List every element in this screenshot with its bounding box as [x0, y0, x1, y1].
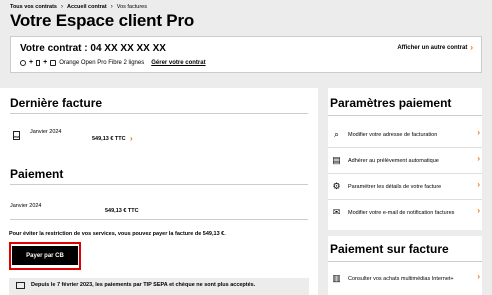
- card-icon: [16, 282, 25, 289]
- settings-item-label: Consulter vos achats multimédias Interne…: [348, 276, 454, 282]
- chevron-right-icon: ›: [477, 154, 480, 163]
- chevron-right-icon: ›: [110, 4, 113, 10]
- chevron-right-icon: ›: [477, 206, 480, 215]
- payment-amount: 549,13 € TTC: [105, 208, 139, 214]
- manage-contract-link[interactable]: Gérer votre contrat: [151, 60, 205, 66]
- magnifier-icon: ⌕: [333, 129, 340, 139]
- plus-icon: +: [29, 59, 34, 66]
- last-invoice-open-icon[interactable]: ›: [130, 135, 133, 143]
- pay-by-card-button[interactable]: Payer par CB: [12, 246, 78, 265]
- breadcrumb-item-home[interactable]: Accueil contrat: [67, 4, 107, 10]
- divider: [10, 184, 308, 185]
- chevron-right-icon: ›: [477, 272, 480, 281]
- envelope-icon: ✉: [332, 207, 341, 217]
- chevron-right-icon: ›: [60, 4, 63, 10]
- settings-item-billing-address[interactable]: ⌕ Modifier votre adresse de facturation …: [328, 122, 482, 148]
- last-invoice-amount: 549,13 € TTC: [92, 136, 126, 142]
- payment-heading: Paiement: [10, 167, 64, 181]
- contract-offer: + + Orange Open Pro Fibre 2 lignes Gérer…: [20, 59, 206, 66]
- settings-item-notification-email[interactable]: ✉ Modifier votre e-mail de notification …: [328, 200, 482, 226]
- offer-name: Orange Open Pro Fibre 2 lignes: [59, 59, 145, 66]
- pdf-icon: PDF: [13, 131, 20, 140]
- restriction-text: Pour éviter la restriction de vos servic…: [9, 231, 226, 237]
- globe-icon: [20, 59, 26, 66]
- divider: [328, 261, 482, 262]
- last-invoice-date: Janvier 2024: [30, 129, 62, 135]
- last-invoice-heading: Dernière facture: [10, 96, 103, 110]
- breadcrumb-item-contracts[interactable]: Tous vos contrats: [10, 4, 57, 10]
- plus-icon: +: [43, 59, 48, 66]
- page-title: Votre Espace client Pro: [10, 11, 195, 30]
- payment-settings-heading: Paramètres paiement: [330, 96, 452, 110]
- divider: [10, 113, 308, 114]
- gear-icon: ⚙: [332, 181, 341, 191]
- payment-settings-panel: Paramètres paiement ⌕ Modifier votre adr…: [328, 88, 482, 230]
- cart-icon: ▥: [332, 273, 341, 283]
- settings-item-label: Adhérer au prélèvement automatique: [348, 158, 439, 164]
- payment-notice-text: Depuis le 7 février 2023, les paiements …: [31, 282, 256, 288]
- settings-item-label: Modifier votre adresse de facturation: [348, 132, 438, 138]
- show-other-contract-label: Afficher un autre contrat: [397, 45, 468, 51]
- divider: [10, 219, 308, 220]
- invoice-payment-heading: Paiement sur facture: [330, 242, 449, 256]
- invoice-payment-panel: Paiement sur facture ▥ Consulter vos ach…: [328, 236, 482, 295]
- payment-notice: Depuis le 7 février 2023, les paiements …: [9, 278, 309, 295]
- chevron-right-icon: ›: [470, 43, 473, 52]
- document-icon: ▤: [332, 155, 341, 165]
- breadcrumb-item-invoices: Vos factures: [116, 4, 147, 10]
- settings-item-invoice-details[interactable]: ⚙ Paramétrer les détails de votre factur…: [328, 174, 482, 200]
- settings-item-multimedia-purchases[interactable]: ▥ Consulter vos achats multimédias Inter…: [328, 266, 482, 292]
- contract-card: Votre contrat : 04 XX XX XX XX Afficher …: [10, 36, 482, 73]
- settings-item-label: Modifier votre e-mail de notification fa…: [348, 210, 455, 216]
- payment-date: Janvier 2024: [10, 203, 42, 209]
- settings-item-label: Paramétrer les détails de votre facture: [348, 184, 442, 190]
- invoice-panel: Dernière facture PDF Janvier 2024 549,13…: [0, 88, 318, 295]
- chevron-right-icon: ›: [477, 180, 480, 189]
- chevron-right-icon: ›: [477, 128, 480, 137]
- breadcrumb: Tous vos contrats › Accueil contrat › Vo…: [10, 4, 147, 10]
- divider: [328, 115, 482, 116]
- contract-title: Votre contrat : 04 XX XX XX XX: [20, 43, 166, 54]
- settings-column: Paramètres paiement ⌕ Modifier votre adr…: [318, 88, 492, 295]
- settings-item-direct-debit[interactable]: ▤ Adhérer au prélèvement automatique ›: [328, 148, 482, 174]
- landline-icon: [50, 59, 57, 66]
- show-other-contract-link[interactable]: Afficher un autre contrat ›: [397, 43, 473, 52]
- phone-icon: [36, 59, 41, 66]
